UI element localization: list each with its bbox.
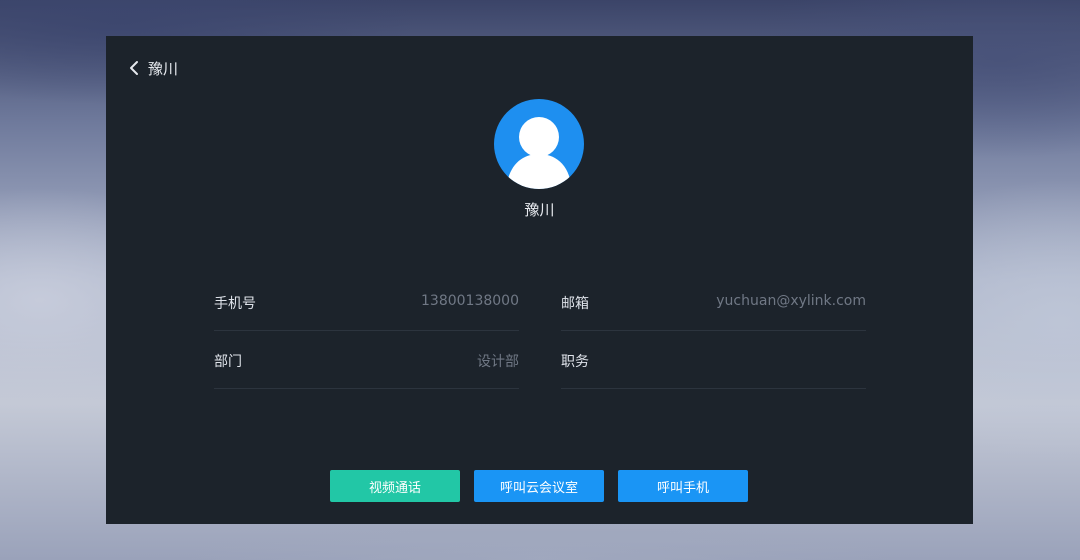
- chevron-left-icon: [126, 59, 144, 77]
- video-call-button[interactable]: 视频通话: [330, 470, 460, 502]
- phone-label: 手机号: [214, 296, 256, 312]
- department-field: 部门 设计部: [214, 331, 519, 389]
- contact-detail-panel: 豫川 豫川 手机号 13800138000 邮箱 yuchuan@xylink.…: [106, 36, 973, 524]
- phone-field: 手机号 13800138000: [214, 273, 519, 331]
- email-label: 邮箱: [561, 296, 589, 312]
- action-bar: 视频通话 呼叫云会议室 呼叫手机: [330, 470, 748, 502]
- position-label: 职务: [561, 354, 589, 370]
- call-cloud-room-button[interactable]: 呼叫云会议室: [474, 470, 604, 502]
- contact-name: 豫川: [524, 201, 555, 219]
- back-button[interactable]: 豫川: [126, 56, 178, 80]
- phone-value: 13800138000: [421, 293, 519, 309]
- position-field: 职务: [561, 331, 866, 389]
- email-field: 邮箱 yuchuan@xylink.com: [561, 273, 866, 331]
- user-avatar-icon: [494, 99, 584, 189]
- call-mobile-button[interactable]: 呼叫手机: [618, 470, 748, 502]
- department-label: 部门: [214, 354, 242, 370]
- department-value: 设计部: [477, 354, 519, 370]
- email-value: yuchuan@xylink.com: [716, 293, 866, 309]
- header-title: 豫川: [148, 59, 179, 78]
